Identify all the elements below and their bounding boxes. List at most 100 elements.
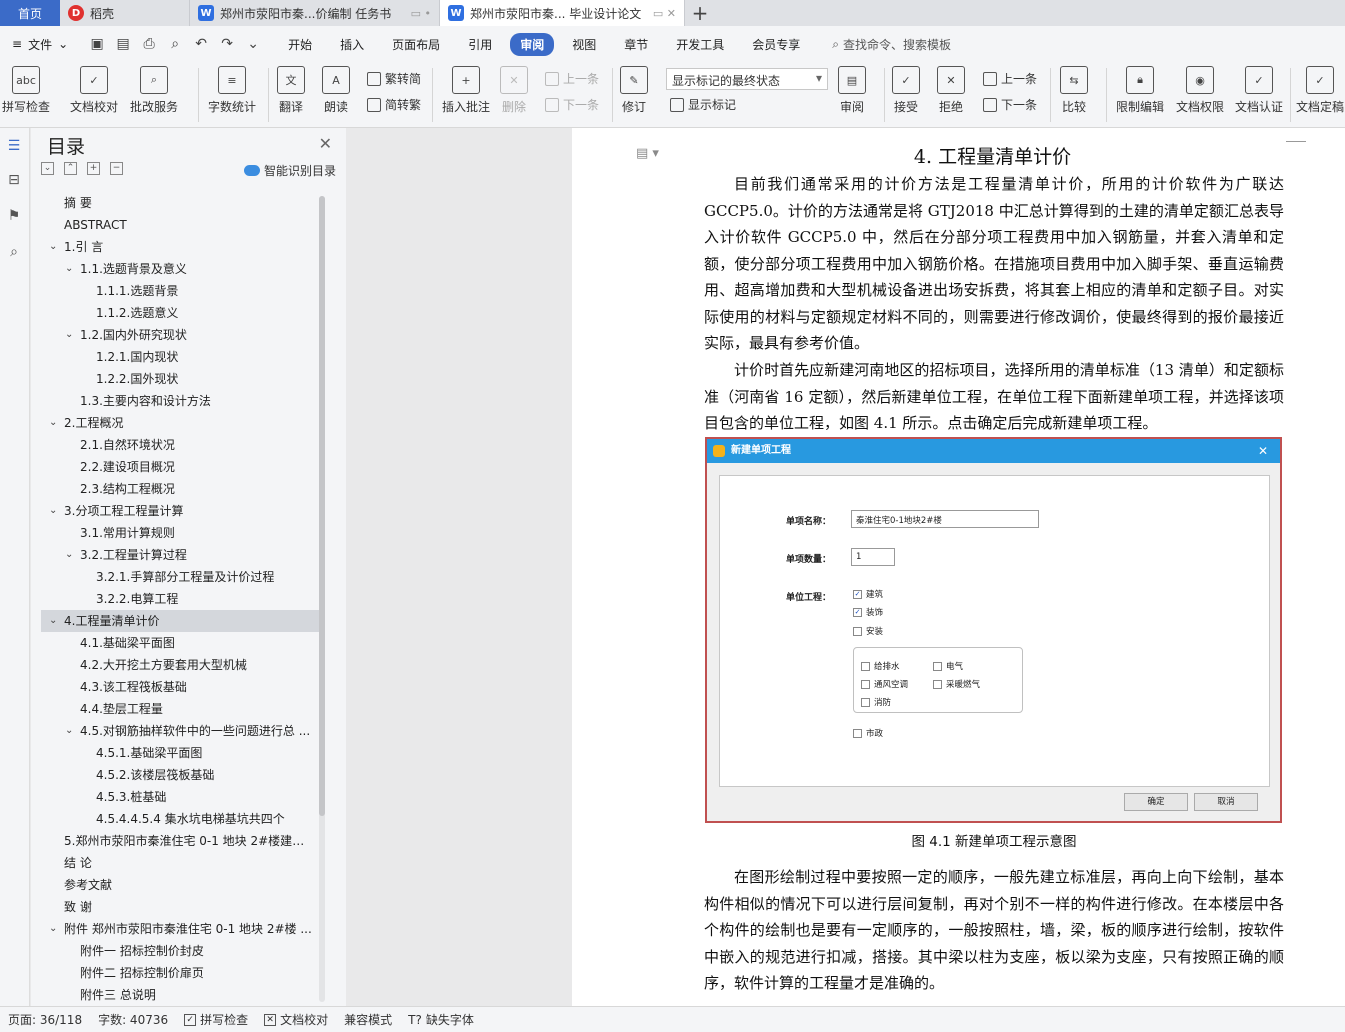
toc-item[interactable]: 结 论 bbox=[41, 852, 321, 874]
toc-item[interactable]: 附件二 招标控制价扉页 bbox=[41, 962, 321, 984]
trad-to-simp-button[interactable]: 繁转简 bbox=[367, 70, 421, 87]
figure-dialog-image[interactable]: 新建单项工程 ✕ 单项名称： 秦淮住宅0-1地块2#楼 单项数量： 1 单位工程… bbox=[705, 437, 1282, 823]
toc-item[interactable]: 4.5.1.基础梁平面图 bbox=[41, 742, 321, 764]
menu-insert[interactable]: 插入 bbox=[330, 33, 374, 56]
menu-view[interactable]: 视图 bbox=[562, 33, 606, 56]
toc-item[interactable]: 附件一 招标控制价封皮 bbox=[41, 940, 321, 962]
doc-proof-button[interactable]: ✓ 文档校对 bbox=[70, 66, 118, 115]
save-icon[interactable]: ▣ bbox=[86, 36, 108, 52]
delete-comment-button[interactable]: ✕ 删除 bbox=[500, 66, 528, 115]
toc-item[interactable]: 4.5.2.该楼层筏板基础 bbox=[41, 764, 321, 786]
toc-item[interactable]: ⌄ 4.5.对钢筋抽样软件中的一些问题进行总 ... bbox=[41, 720, 321, 742]
toc-item[interactable]: 4.3.该工程筏板基础 bbox=[41, 676, 321, 698]
tab-home[interactable]: 首页 bbox=[0, 0, 60, 26]
chapter-nav-icon[interactable]: ⊟ bbox=[4, 172, 24, 192]
show-markup-button[interactable]: 显示标记 bbox=[670, 96, 736, 113]
toc-item[interactable]: ⌄ 3.2.工程量计算过程 bbox=[41, 544, 321, 566]
chevron-down-icon[interactable]: ⌄ bbox=[65, 324, 73, 346]
toc-item[interactable]: 5.郑州市荥阳市秦淮住宅 0-1 地块 2#楼建筑 ... bbox=[41, 830, 321, 852]
toc-item[interactable]: ⌄ 1.引 言 bbox=[41, 236, 321, 258]
print-preview-icon[interactable]: ⌕ bbox=[164, 36, 186, 52]
new-tab-icon[interactable]: + bbox=[685, 0, 715, 26]
page-nav-icon[interactable]: ▤ ▾ bbox=[636, 146, 659, 161]
read-aloud-button[interactable]: A 朗读 bbox=[322, 66, 350, 115]
toc-item[interactable]: ⌄ 1.2.国内外研究现状 bbox=[41, 324, 321, 346]
toc-item[interactable]: 2.3.结构工程概况 bbox=[41, 478, 321, 500]
toc-item[interactable]: 3.2.1.手算部分工程量及计价过程 bbox=[41, 566, 321, 588]
print-icon[interactable]: ⎙ bbox=[138, 36, 160, 52]
toc-panel-icon[interactable]: ☰ bbox=[4, 138, 24, 158]
translate-button[interactable]: 文 翻译 bbox=[277, 66, 305, 115]
toc-item[interactable]: 1.2.1.国内现状 bbox=[41, 346, 321, 368]
command-search[interactable]: ⌕ 查找命令、搜索模板 bbox=[832, 36, 951, 53]
tab-close-icon[interactable]: ▭ ✕ bbox=[653, 7, 676, 20]
chevron-down-icon[interactable]: ⌄ bbox=[49, 412, 57, 434]
search-icon[interactable]: ⌕ bbox=[4, 244, 24, 264]
next-change-button[interactable]: 下一条 bbox=[983, 96, 1037, 113]
more-icon[interactable]: ⌄ bbox=[242, 36, 264, 52]
menu-review[interactable]: 审阅 bbox=[510, 32, 555, 56]
toc-item[interactable]: 3.1.常用计算规则 bbox=[41, 522, 321, 544]
accept-button[interactable]: ✓ 接受 bbox=[892, 66, 920, 115]
chevron-down-icon[interactable]: ⌄ bbox=[49, 610, 57, 632]
toc-item[interactable]: 3.2.2.电算工程 bbox=[41, 588, 321, 610]
add-heading-icon[interactable]: + bbox=[87, 162, 100, 175]
toc-item[interactable]: 1.2.2.国外现状 bbox=[41, 368, 321, 390]
reject-button[interactable]: ✕ 拒绝 bbox=[937, 66, 965, 115]
chevron-down-icon[interactable]: ⌄ bbox=[65, 544, 73, 566]
toc-item[interactable]: 2.2.建设项目概况 bbox=[41, 456, 321, 478]
prev-comment-button[interactable]: 上一条 bbox=[545, 70, 599, 87]
tab-document-task[interactable]: W 郑州市荥阳市秦...价编制 任务书 ▭ • bbox=[190, 0, 440, 26]
toc-scrollbar-thumb[interactable] bbox=[319, 196, 325, 816]
toc-item[interactable]: ABSTRACT bbox=[41, 214, 321, 236]
menu-developer[interactable]: 开发工具 bbox=[666, 33, 734, 56]
redo-icon[interactable]: ↷ bbox=[216, 36, 238, 52]
status-doc-proof[interactable]: ✕ 文档校对 bbox=[256, 1011, 336, 1028]
tab-dot-icon[interactable]: ▭ • bbox=[411, 7, 431, 20]
toc-item[interactable]: 2.1.自然环境状况 bbox=[41, 434, 321, 456]
status-spell-check[interactable]: ✓ 拼写检查 bbox=[176, 1011, 256, 1028]
track-changes-button[interactable]: ✎ 修订 bbox=[620, 66, 648, 115]
chevron-down-icon[interactable]: ⌄ bbox=[49, 918, 57, 940]
restrict-edit-button[interactable]: 🔒︎ 限制编辑 bbox=[1116, 66, 1164, 115]
doc-permission-button[interactable]: ◉ 文档权限 bbox=[1176, 66, 1224, 115]
tab-document-thesis[interactable]: W 郑州市荥阳市秦... 毕业设计论文 ▭ ✕ bbox=[440, 0, 685, 26]
menu-page-layout[interactable]: 页面布局 bbox=[382, 33, 450, 56]
toc-item[interactable]: 1.3.主要内容和设计方法 bbox=[41, 390, 321, 412]
markup-mode-select[interactable]: 显示标记的最终状态 bbox=[666, 68, 828, 90]
menu-references[interactable]: 引用 bbox=[458, 33, 502, 56]
export-pdf-icon[interactable]: ▤ bbox=[112, 36, 134, 52]
toc-item[interactable]: ⌄ 4.工程量清单计价 bbox=[41, 610, 321, 632]
toc-item[interactable]: ⌄ 1.1.选题背景及意义 bbox=[41, 258, 321, 280]
file-menu[interactable]: ≡ 文件 ⌄ bbox=[4, 36, 76, 53]
chevron-down-icon[interactable]: ⌄ bbox=[49, 236, 57, 258]
menu-chapter[interactable]: 章节 bbox=[614, 33, 658, 56]
undo-icon[interactable]: ↶ bbox=[190, 36, 212, 52]
chevron-down-icon[interactable]: ⌄ bbox=[65, 720, 73, 742]
review-pane-button[interactable]: ▤ 审阅 bbox=[838, 66, 866, 115]
toc-item[interactable]: 致 谢 bbox=[41, 896, 321, 918]
expand-all-icon[interactable]: ⌄ bbox=[41, 162, 54, 175]
page-counter[interactable]: 页面: 36/118 bbox=[0, 1011, 90, 1028]
chevron-down-icon[interactable]: ⌄ bbox=[49, 500, 57, 522]
batch-service-button[interactable]: ⌕ 批改服务 bbox=[130, 66, 178, 115]
remove-heading-icon[interactable]: − bbox=[110, 162, 123, 175]
toc-item[interactable]: 附件三 总说明 bbox=[41, 984, 321, 1002]
spell-check-button[interactable]: abc 拼写检查 bbox=[2, 66, 50, 115]
collapse-all-icon[interactable]: ⌃ bbox=[64, 162, 77, 175]
toc-item[interactable]: 参考文献 bbox=[41, 874, 321, 896]
tab-docer[interactable]: D 稻壳 bbox=[60, 0, 190, 26]
doc-cert-button[interactable]: ✓ 文档认证 bbox=[1235, 66, 1283, 115]
menu-member[interactable]: 会员专享 bbox=[742, 33, 810, 56]
next-comment-button[interactable]: 下一条 bbox=[545, 96, 599, 113]
toc-item[interactable]: 摘 要 bbox=[41, 192, 321, 214]
toc-item[interactable]: ⌄ 附件 郑州市荥阳市秦淮住宅 0-1 地块 2#楼 ... bbox=[41, 918, 321, 940]
smart-toc-button[interactable]: 智能识别目录 bbox=[243, 162, 336, 179]
bookmark-icon[interactable]: ⚑ bbox=[4, 208, 24, 228]
compat-mode[interactable]: 兼容模式 bbox=[336, 1011, 400, 1028]
toc-item[interactable]: 4.5.4.4.5.4 集水坑电梯基坑共四个 bbox=[41, 808, 321, 830]
toc-item[interactable]: ⌄ 2.工程概况 bbox=[41, 412, 321, 434]
word-count-button[interactable]: ≡ 字数统计 bbox=[208, 66, 256, 115]
prev-change-button[interactable]: 上一条 bbox=[983, 70, 1037, 87]
menu-home[interactable]: 开始 bbox=[278, 33, 322, 56]
